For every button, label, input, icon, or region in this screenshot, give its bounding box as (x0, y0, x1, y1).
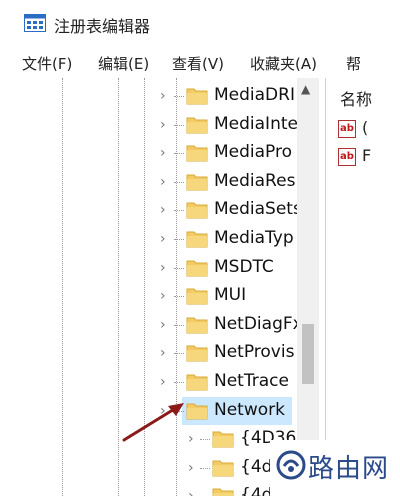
folder-icon (212, 460, 234, 477)
tree-connector (174, 153, 184, 155)
chevron-right-icon[interactable]: › (160, 139, 166, 167)
tree-connector (174, 353, 184, 355)
chevron-right-icon[interactable]: › (188, 482, 194, 496)
tree-node[interactable]: › NetTrace (0, 368, 300, 396)
tree-node[interactable]: › MUI (0, 282, 300, 310)
folder-icon (186, 202, 208, 219)
folder-icon (186, 231, 208, 248)
tree-node-label: NetProvis (214, 342, 295, 363)
name-column-header[interactable]: 名称 (340, 86, 372, 110)
tree-connector (174, 382, 184, 383)
tree-connector (174, 324, 184, 326)
chevron-right-icon[interactable]: › (160, 368, 166, 396)
watermark-text: 路由网 (308, 454, 390, 484)
chevron-right-icon[interactable]: › (160, 282, 166, 310)
tree-connector (174, 181, 184, 183)
folder-icon (186, 288, 208, 305)
tree-node-label: MUI (214, 285, 247, 306)
chevron-right-icon[interactable]: › (160, 339, 166, 367)
folder-icon (212, 431, 234, 448)
chevron-right-icon[interactable]: › (160, 311, 166, 339)
menu-file[interactable]: 文件(F) (22, 53, 72, 74)
tree-node-label: MediaRes (214, 170, 296, 191)
value-name: F (362, 146, 372, 165)
arrow-icon (122, 403, 184, 442)
tree-node[interactable]: › MediaPro (0, 139, 300, 167)
tree-node-label: MSDTC (214, 256, 274, 277)
tree-node-label: MediaTyp (214, 228, 294, 248)
folder-icon (186, 345, 208, 362)
tree-node[interactable]: › NetDiagFx (0, 311, 303, 339)
tree-node-label: MediaInte (214, 113, 298, 134)
tree-connector (200, 439, 210, 441)
menu-favorites[interactable]: 收藏夹(A) (250, 53, 317, 74)
folder-icon (186, 145, 208, 162)
tree-connector (174, 96, 184, 97)
scroll-up-icon[interactable]: ▲ (301, 82, 310, 96)
registry-editor-icon (24, 14, 46, 32)
chevron-right-icon[interactable]: › (188, 454, 194, 482)
chevron-right-icon[interactable]: › (188, 425, 194, 453)
folder-icon (186, 317, 208, 334)
chevron-right-icon[interactable]: › (160, 168, 166, 196)
value-name: ( (362, 118, 369, 137)
window-title: 注册表编辑器 (54, 17, 151, 36)
string-value-icon: ab (338, 120, 356, 138)
tree-node-label: MediaSets (214, 199, 302, 220)
watermark: 路由网 (270, 440, 400, 496)
folder-icon (186, 260, 208, 277)
tree-connector (174, 296, 184, 298)
tree-node[interactable]: › MediaTyp (0, 225, 300, 253)
tree-node[interactable]: › MediaInte (0, 111, 300, 139)
tree-node-label: Network (212, 399, 287, 420)
tree-connector (174, 210, 184, 212)
tree-connector (174, 267, 184, 269)
tree-connector (174, 124, 184, 126)
router-logo-icon (276, 450, 306, 480)
menu-bar: 文件(F) 编辑(E) 查看(V) 收藏夹(A) 帮 (0, 46, 400, 78)
folder-icon (186, 403, 208, 420)
menu-help[interactable]: 帮 (346, 53, 361, 74)
tree-node[interactable]: ›{4d36e (0, 454, 305, 482)
tree-node-label: MediaDRI (214, 85, 295, 105)
tree-node-label: NetDiagFx (214, 313, 303, 334)
chevron-right-icon[interactable]: › (160, 254, 166, 282)
title-bar: 注册表编辑器 (0, 0, 400, 46)
tree-node[interactable]: › NetProvis (0, 339, 300, 367)
menu-edit[interactable]: 编辑(E) (98, 53, 149, 74)
menu-view[interactable]: 查看(V) (172, 53, 224, 74)
tree-node-label: MediaPro (214, 142, 293, 163)
tree-node[interactable]: › MediaRes (0, 168, 300, 196)
chevron-right-icon[interactable]: › (160, 111, 166, 139)
values-pane[interactable]: 名称 ab ( ab F (326, 78, 400, 496)
tree-node[interactable]: › MediaSets (0, 196, 302, 224)
folder-icon (186, 174, 208, 191)
tree-node[interactable]: › MSDTC (0, 254, 300, 282)
scrollbar-thumb[interactable] (302, 324, 314, 384)
chevron-right-icon[interactable]: › (160, 196, 166, 224)
tree-node[interactable]: ›{4d36e (0, 482, 305, 496)
chevron-right-icon[interactable]: › (160, 82, 166, 110)
tree-connector (200, 467, 210, 469)
tree-connector (174, 239, 184, 240)
tree-node[interactable]: › MediaDRI (0, 82, 300, 110)
folder-icon (212, 488, 234, 496)
tree-scrollbar[interactable]: ▲ (297, 78, 319, 496)
folder-icon (186, 88, 208, 105)
string-value-icon: ab (338, 148, 356, 166)
chevron-right-icon[interactable]: › (160, 225, 166, 253)
folder-icon (186, 374, 208, 391)
tree-node-label: NetTrace (214, 371, 289, 391)
folder-icon (186, 117, 208, 134)
